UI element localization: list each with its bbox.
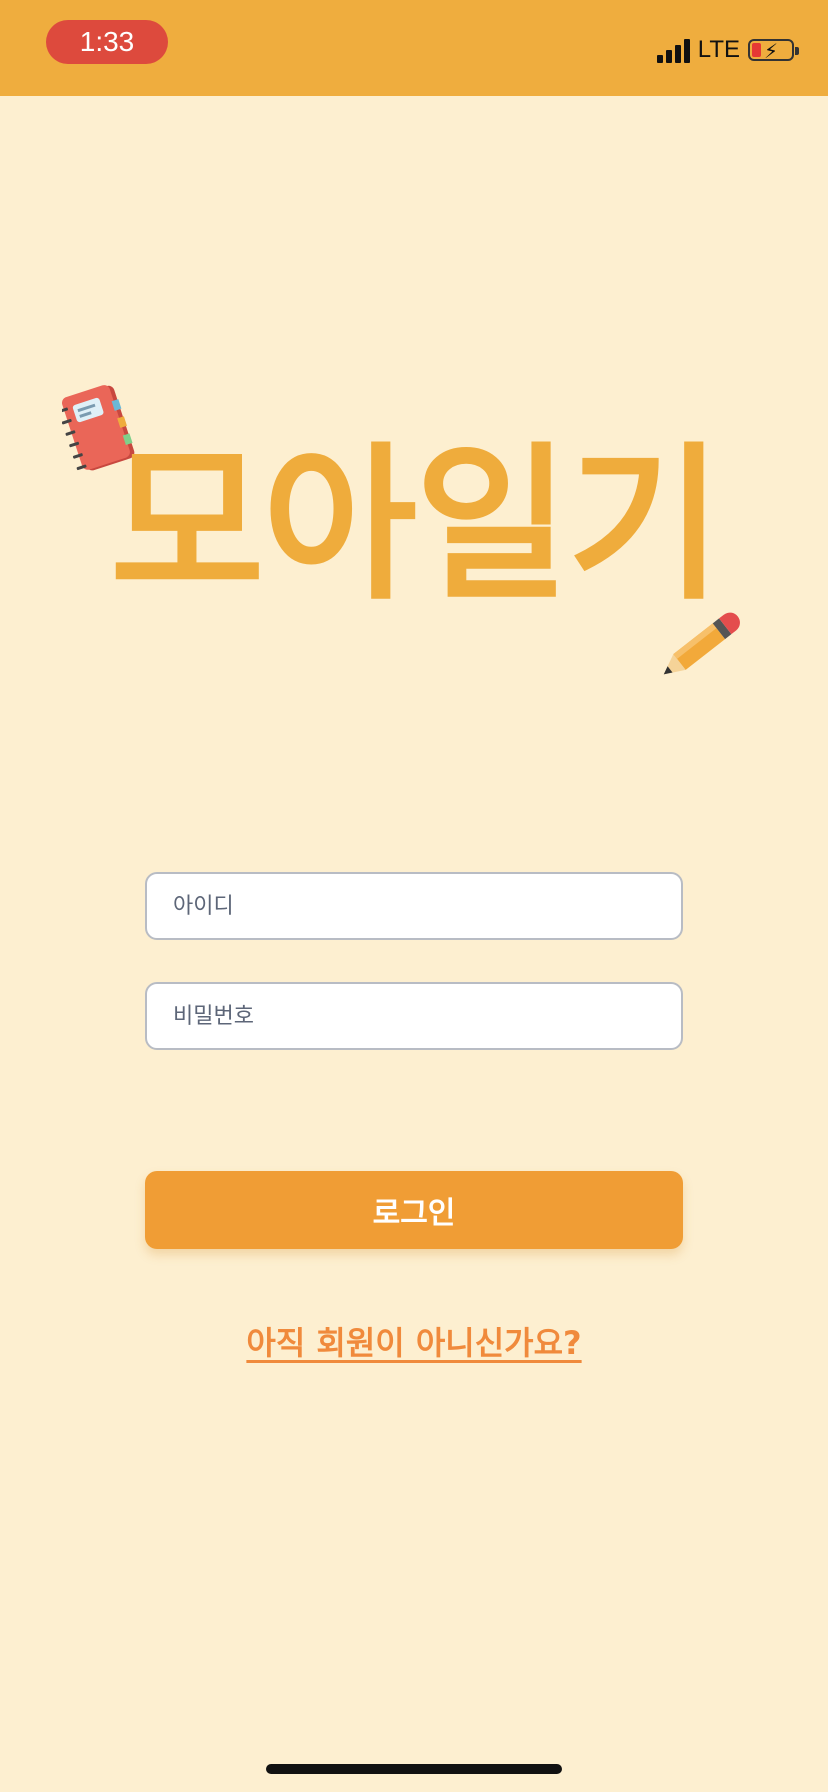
signal-bars-icon: [656, 37, 690, 63]
app-title: 모아일기: [110, 427, 722, 623]
app-logo: 모아일기: [0, 330, 828, 750]
pencil-icon: [663, 612, 740, 675]
id-input[interactable]: [171, 892, 657, 920]
login-button[interactable]: 로그인: [145, 1171, 683, 1249]
password-input[interactable]: [171, 1002, 657, 1030]
signup-link[interactable]: 아직 회원이 아니신가요?: [0, 1318, 828, 1364]
status-bar: 1:33 LTE ⚡: [0, 0, 828, 96]
battery-charging-icon: ⚡: [748, 39, 799, 63]
id-field[interactable]: [145, 872, 683, 940]
home-indicator[interactable]: [266, 1764, 562, 1774]
time-indicator[interactable]: 1:33: [46, 20, 168, 64]
status-icons: LTE ⚡: [656, 34, 799, 66]
network-type: LTE: [697, 36, 740, 63]
password-field[interactable]: [145, 982, 683, 1050]
